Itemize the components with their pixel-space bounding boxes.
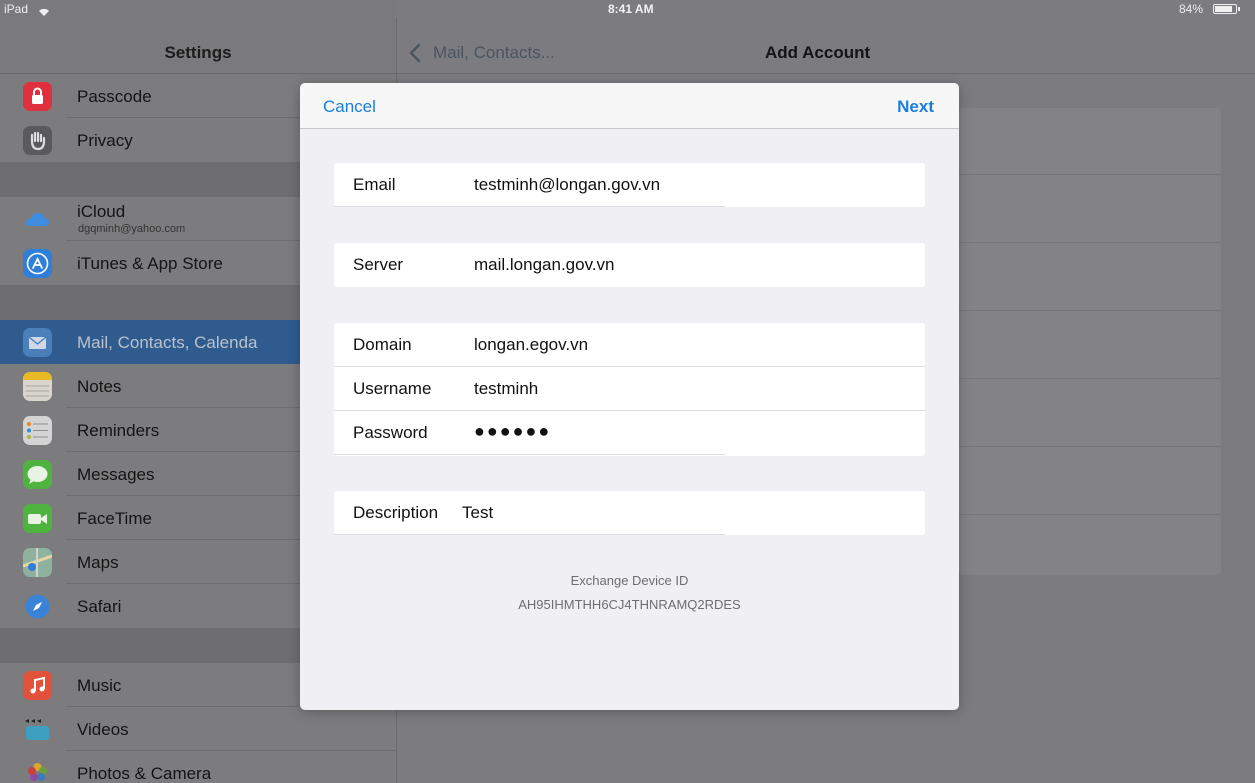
sidebar-title: Settings — [164, 43, 232, 62]
username-input[interactable]: testminh — [474, 379, 538, 399]
password-label: Password — [353, 423, 428, 442]
sidebar-item-label: iTunes & App Store — [77, 254, 223, 273]
privacy-hand-icon — [23, 126, 52, 155]
background-account-list — [959, 108, 1221, 575]
sidebar-item-label: Reminders — [77, 421, 160, 440]
detail-header: Mail, Contacts... Add Account — [397, 18, 1255, 74]
description-input[interactable]: Test — [462, 503, 493, 523]
sidebar-item-label: Photos & Camera — [77, 764, 212, 783]
server-label: Server — [353, 255, 404, 274]
description-label: Description — [353, 503, 439, 522]
server-field[interactable]: Server mail.longan.gov.vn — [334, 243, 925, 287]
email-group: Email testminh@longan.gov.vn — [334, 163, 925, 207]
server-input[interactable]: mail.longan.gov.vn — [474, 255, 615, 275]
icloud-icon — [23, 205, 52, 234]
battery-percent: 84% — [1179, 2, 1204, 16]
status-time: 8:41 AM — [608, 2, 654, 16]
status-device-name: iPad — [4, 2, 29, 16]
credentials-group: Domain longan.egov.vn Username testminh … — [334, 323, 925, 456]
sidebar-item-label: Messages — [77, 465, 155, 484]
cancel-button[interactable]: Cancel — [323, 97, 376, 117]
modal-nav-bar: Cancel Next — [300, 83, 959, 129]
chevron-left-icon[interactable] — [409, 43, 421, 68]
sidebar-item-videos[interactable]: Videos — [0, 707, 396, 751]
email-input[interactable]: testminh@longan.gov.vn — [474, 175, 660, 195]
safari-compass-icon — [23, 592, 52, 621]
domain-field[interactable]: Domain longan.egov.vn — [334, 323, 925, 367]
device-id-value: AH95IHMTHH6CJ4THNRAMQ2RDES — [518, 597, 741, 612]
back-button[interactable]: Mail, Contacts... — [433, 43, 555, 63]
passcode-lock-icon — [23, 82, 52, 111]
domain-input[interactable]: longan.egov.vn — [474, 335, 588, 355]
page-title: Add Account — [765, 43, 871, 62]
domain-label: Domain — [353, 335, 412, 354]
facetime-camera-icon — [23, 504, 52, 533]
password-input[interactable]: ●●●●●● — [474, 421, 551, 442]
sidebar-item-label: Passcode — [77, 87, 152, 106]
sidebar-item-label: Privacy — [77, 131, 133, 150]
description-field[interactable]: Description Test — [334, 491, 925, 535]
description-group: Description Test — [334, 491, 925, 535]
app-store-icon — [23, 249, 52, 278]
sidebar-item-label: Music — [77, 676, 122, 695]
photos-flower-icon — [23, 759, 52, 783]
email-field[interactable]: Email testminh@longan.gov.vn — [334, 163, 925, 207]
maps-icon — [23, 548, 52, 577]
username-field[interactable]: Username testminh — [334, 367, 925, 411]
battery-icon — [1213, 4, 1240, 14]
sidebar-item-label: iCloud — [77, 202, 126, 221]
notes-icon — [23, 372, 52, 401]
icloud-account-email: dgqminh@yahoo.com — [78, 223, 186, 235]
email-label: Email — [353, 175, 396, 194]
mail-envelope-icon — [23, 328, 52, 357]
sidebar-item-label: Videos — [77, 720, 129, 739]
sidebar-item-label: Mail, Contacts, Calenda — [77, 333, 258, 352]
sidebar-item-label: FaceTime — [77, 509, 152, 528]
music-note-icon — [23, 671, 52, 700]
device-id-caption: Exchange Device ID — [570, 573, 689, 588]
next-button[interactable]: Next — [897, 97, 934, 117]
sidebar-item-label: Safari — [77, 597, 122, 616]
reminders-icon — [23, 416, 52, 445]
add-account-modal: Cancel Next Email testminh@longan.gov.vn… — [300, 83, 959, 710]
messages-bubble-icon — [23, 460, 52, 489]
sidebar-item-photos-camera[interactable]: Photos & Camera — [0, 751, 396, 783]
videos-clapper-icon — [23, 715, 52, 744]
username-label: Username — [353, 379, 432, 398]
server-group: Server mail.longan.gov.vn — [334, 243, 925, 287]
sidebar-item-label: Maps — [77, 553, 119, 572]
sidebar-item-label: Notes — [77, 377, 122, 396]
password-field[interactable]: Password ●●●●●● — [334, 411, 925, 455]
sidebar-header: Settings — [0, 18, 396, 74]
status-bar: iPad 8:41 AM 84% — [0, 0, 1255, 18]
